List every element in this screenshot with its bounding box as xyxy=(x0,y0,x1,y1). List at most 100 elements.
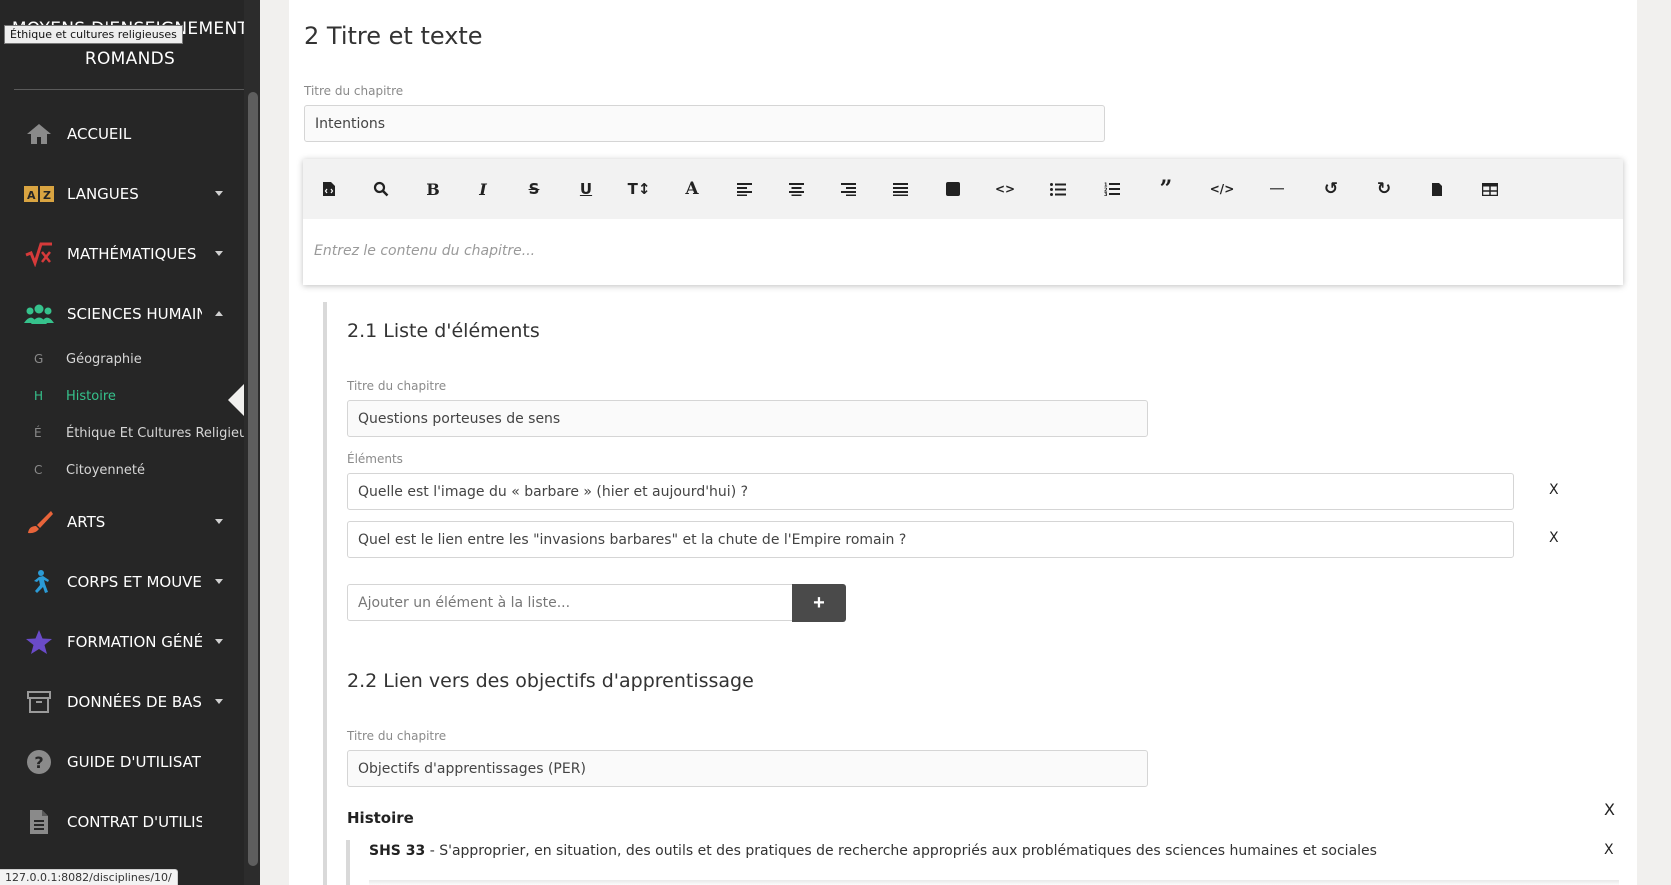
bullet-list-icon[interactable] xyxy=(1046,177,1070,201)
svg-text:A: A xyxy=(27,189,36,202)
bold-icon[interactable]: B xyxy=(421,177,445,201)
add-element-input[interactable] xyxy=(347,584,793,621)
brand-line-2: ROMANDS xyxy=(84,49,176,69)
strikethrough-icon[interactable]: S xyxy=(522,177,546,201)
chevron-down-icon xyxy=(215,251,223,256)
question-icon: ? xyxy=(24,748,54,776)
sidebar-item-mathematiques[interactable]: MATHÉMATIQUES ET SCIENCES xyxy=(0,234,242,274)
add-element-button[interactable]: + xyxy=(792,584,846,622)
italic-icon[interactable]: I xyxy=(471,177,495,201)
source-code-file-icon[interactable] xyxy=(317,177,341,201)
tooltip: Éthique et cultures religieuses xyxy=(4,25,183,44)
sidebar-item-corps-mouvement[interactable]: CORPS ET MOUVEMENT xyxy=(0,562,242,602)
chevron-up-icon xyxy=(215,311,223,316)
sidebar-item-donnees-de-base[interactable]: DONNÉES DE BASE xyxy=(0,682,242,722)
list-section-title: 2.1 Liste d'éléments xyxy=(347,320,540,342)
editor-placeholder: Entrez le contenu du chapitre... xyxy=(314,243,536,259)
chapter-title-label: Titre du chapitre xyxy=(304,84,404,98)
numbered-list-icon[interactable]: 123 xyxy=(1100,177,1124,201)
sidebar-item-guide[interactable]: ? GUIDE D'UTILISATION xyxy=(0,742,242,782)
active-indicator xyxy=(228,384,244,416)
sidebar-subitem-geographie[interactable]: G Géographie xyxy=(0,347,246,371)
quote-icon[interactable]: ” xyxy=(1154,176,1178,202)
font-color-icon[interactable]: A xyxy=(680,177,704,201)
file-icon[interactable] xyxy=(1425,177,1449,201)
subitem-label: Citoyenneté xyxy=(66,462,146,478)
objective-text: - S'approprier, en situation, des outils… xyxy=(425,843,1377,859)
sidebar: MOYENS D'ENSEIGNEMENT ROMANDS ACCUEIL AZ… xyxy=(0,0,260,885)
list-chapter-title-label: Titre du chapitre xyxy=(347,379,447,393)
chapter-title-input[interactable] xyxy=(304,105,1105,142)
align-left-icon[interactable] xyxy=(732,177,756,201)
horizontal-rule-icon[interactable] xyxy=(1265,177,1289,201)
remove-element-button[interactable]: X xyxy=(1549,530,1559,546)
redo-icon[interactable]: ↻ xyxy=(1372,177,1396,201)
list-element-input[interactable] xyxy=(347,473,1514,510)
objectives-section-title: 2.2 Lien vers des objectifs d'apprentiss… xyxy=(347,670,754,692)
remove-element-button[interactable]: X xyxy=(1549,482,1559,498)
chevron-down-icon xyxy=(215,699,223,704)
sidebar-item-label: ACCUEIL xyxy=(67,125,132,143)
sidebar-item-label: FORMATION GÉNÉRALE xyxy=(67,633,202,651)
objective-card-edge xyxy=(369,880,1619,885)
subitem-label: Histoire xyxy=(66,388,116,404)
block-icon[interactable] xyxy=(941,177,965,201)
chevron-down-icon xyxy=(215,579,223,584)
align-right-icon[interactable] xyxy=(836,177,860,201)
table-icon[interactable] xyxy=(1478,177,1502,201)
sidebar-subitem-ethique[interactable]: É Éthique Et Cultures Religieuses xyxy=(0,421,260,445)
list-element-input[interactable] xyxy=(347,521,1514,558)
rich-text-editor[interactable]: B I S U T↕ A <> 123 ” </> ↺ ↻ Entrez le … xyxy=(303,159,1623,285)
chevron-down-icon xyxy=(215,519,223,524)
font-size-icon[interactable]: T↕ xyxy=(627,177,651,201)
remove-discipline-button[interactable]: X xyxy=(1604,800,1615,819)
section-title: 2 Titre et texte xyxy=(304,22,483,50)
subitem-letter: G xyxy=(34,352,44,366)
sidebar-item-label: GUIDE D'UTILISATION xyxy=(67,753,202,771)
archive-icon xyxy=(24,688,54,716)
subsection-border xyxy=(323,302,327,885)
home-icon xyxy=(24,120,54,148)
code-block-icon[interactable]: </> xyxy=(1210,177,1235,201)
subitem-letter: C xyxy=(34,463,43,477)
sidebar-subitem-histoire[interactable]: H Histoire xyxy=(0,384,246,408)
svg-text:3: 3 xyxy=(1104,192,1108,196)
document-icon xyxy=(24,808,54,836)
sidebar-item-accueil[interactable]: ACCUEIL xyxy=(0,114,242,154)
sidebar-item-label: CORPS ET MOUVEMENT xyxy=(67,573,202,591)
sidebar-item-arts[interactable]: ARTS xyxy=(0,502,242,542)
code-icon[interactable]: <> xyxy=(993,177,1017,201)
sidebar-subitem-citoyennete[interactable]: C Citoyenneté xyxy=(0,458,246,482)
chevron-down-icon xyxy=(215,191,223,196)
align-justify-icon[interactable] xyxy=(888,177,912,201)
sidebar-item-label: LANGUES xyxy=(67,185,139,203)
sidebar-item-contrat[interactable]: CONTRAT D'UTILISATION xyxy=(0,802,242,842)
svg-text:Z: Z xyxy=(43,189,51,202)
brand-title[interactable]: MOYENS D'ENSEIGNEMENT ROMANDS xyxy=(0,14,260,74)
sidebar-item-label: MATHÉMATIQUES ET SCIENCES xyxy=(67,245,202,263)
subitem-label: Éthique Et Cultures Religieuses xyxy=(66,425,260,441)
math-icon xyxy=(24,240,54,268)
sidebar-item-label: SCIENCES HUMAINES ET SOCIALES xyxy=(67,305,202,323)
underline-icon[interactable]: U xyxy=(574,177,598,201)
remove-objective-button[interactable]: X xyxy=(1604,842,1614,858)
list-chapter-title-input[interactable] xyxy=(347,400,1148,437)
status-url: 127.0.0.1:8082/disciplines/10/ xyxy=(0,869,178,885)
objective-code: SHS 33 xyxy=(369,843,426,859)
sidebar-item-sciences-humaines[interactable]: SCIENCES HUMAINES ET SOCIALES xyxy=(0,294,242,334)
sidebar-scrollbar-thumb[interactable] xyxy=(248,92,258,866)
search-icon[interactable] xyxy=(369,177,393,201)
align-center-icon[interactable] xyxy=(784,177,808,201)
sidebar-item-formation-generale[interactable]: FORMATION GÉNÉRALE xyxy=(0,622,242,662)
objectives-chapter-title-input[interactable] xyxy=(347,750,1148,787)
undo-icon[interactable]: ↺ xyxy=(1319,177,1343,201)
subitem-letter: H xyxy=(34,389,44,403)
sidebar-item-langues[interactable]: AZ LANGUES xyxy=(0,174,242,214)
sidebar-item-label: ARTS xyxy=(67,513,106,531)
objective-border xyxy=(346,840,350,885)
sidebar-item-label: CONTRAT D'UTILISATION xyxy=(67,813,202,831)
star-icon xyxy=(24,628,54,656)
subitem-label: Géographie xyxy=(66,351,142,367)
elements-label: Éléments xyxy=(347,452,403,466)
editor-toolbar: B I S U T↕ A <> 123 ” </> ↺ ↻ xyxy=(303,159,1623,219)
